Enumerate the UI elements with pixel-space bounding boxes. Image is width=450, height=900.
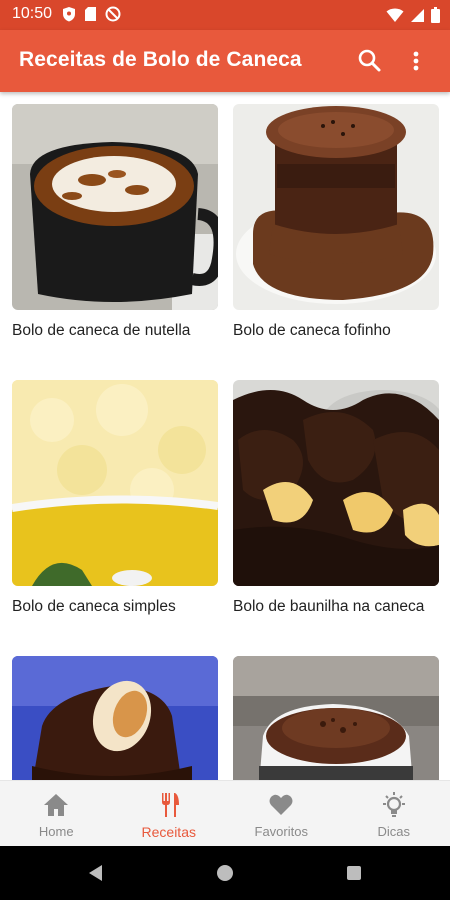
recipe-title: Bolo de caneca fofinho (233, 322, 391, 339)
recipe-image[interactable] (12, 656, 218, 780)
recipe-card[interactable] (12, 656, 218, 780)
nav-item-dicas[interactable]: Dicas (338, 781, 450, 847)
recipe-image[interactable] (12, 104, 218, 310)
nav-item-receitas[interactable]: Receitas (113, 781, 226, 847)
nav-item-favoritos[interactable]: Favoritos (225, 781, 338, 847)
shield-icon (63, 7, 75, 22)
recipe-card[interactable]: Bolo de caneca de nutella (12, 104, 218, 340)
app-title: Receitas de Bolo de Caneca (19, 48, 302, 71)
recipe-image[interactable] (233, 656, 439, 780)
home-circle-icon[interactable] (216, 864, 234, 882)
sd-card-icon (85, 7, 96, 21)
recents-icon[interactable] (346, 865, 362, 881)
recipe-title: Bolo de caneca simples (12, 598, 176, 615)
nav-label-dicas: Dicas (377, 824, 410, 839)
heart-icon (269, 794, 293, 815)
recipe-card[interactable]: Bolo de caneca fofinho (233, 104, 439, 340)
recipe-image[interactable] (12, 380, 218, 586)
recipe-image[interactable] (233, 104, 439, 310)
recipe-card[interactable]: Bolo de caneca simples (12, 380, 218, 616)
recipe-title: Bolo de baunilha na caneca (233, 598, 425, 615)
bottom-navigation: Home Receitas Favoritos Dicas (0, 780, 450, 846)
home-icon (44, 794, 69, 816)
battery-icon (431, 7, 440, 23)
recipe-card[interactable] (233, 656, 439, 780)
nav-label-home: Home (38, 824, 74, 839)
app-bar: Receitas de Bolo de Caneca (0, 30, 450, 92)
system-navigation-bar (0, 846, 450, 900)
fork-knife-icon (161, 793, 179, 817)
recipe-title: Bolo de caneca de nutella (12, 322, 191, 339)
wifi-icon (386, 8, 404, 22)
recipe-grid: Bolo de caneca de nutella Bolo de caneca… (0, 92, 450, 780)
nav-label-favoritos: Favoritos (254, 824, 308, 839)
more-vert-icon[interactable] (404, 47, 428, 75)
recipe-card[interactable]: Bolo de baunilha na caneca (233, 380, 439, 616)
back-icon[interactable] (87, 864, 105, 882)
signal-icon (411, 8, 424, 22)
status-bar: 10:50 (0, 0, 450, 30)
status-time: 10:50 (12, 5, 53, 22)
no-disturb-icon (105, 6, 121, 22)
nav-item-home[interactable]: Home (0, 781, 113, 847)
recipe-image[interactable] (233, 380, 439, 586)
lightbulb-icon (382, 792, 405, 817)
search-icon[interactable] (356, 47, 384, 75)
nav-label-receitas: Receitas (141, 824, 196, 840)
